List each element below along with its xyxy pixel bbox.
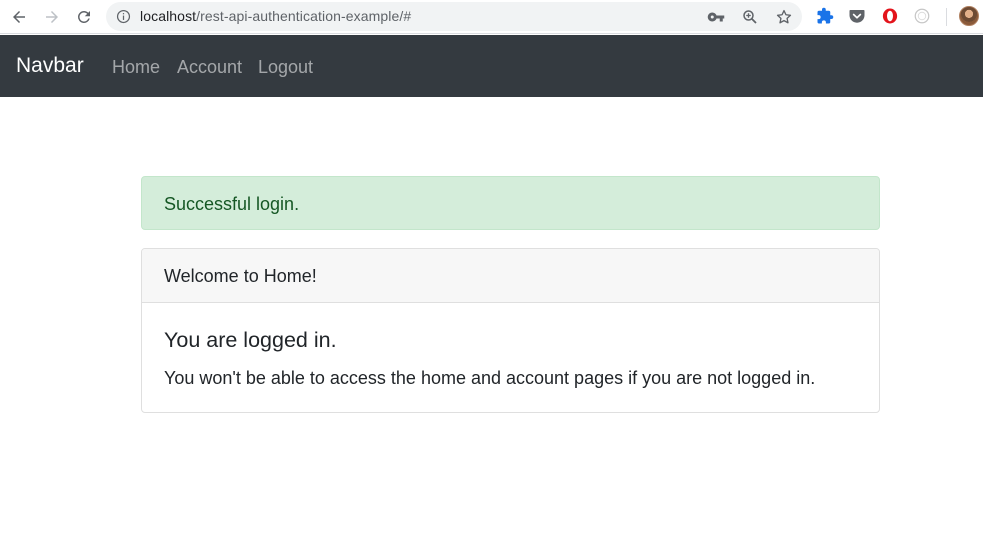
card-text: You won't be able to access the home and… bbox=[164, 368, 816, 388]
toolbar-separator bbox=[946, 8, 947, 26]
info-icon[interactable] bbox=[116, 9, 131, 24]
nav-link-home[interactable]: Home bbox=[112, 55, 160, 79]
url-path: /rest-api-authentication-example/# bbox=[196, 8, 412, 24]
zoom-icon[interactable] bbox=[741, 8, 759, 26]
card-header-text: Welcome to Home! bbox=[164, 266, 317, 286]
profile-avatar[interactable] bbox=[959, 6, 979, 26]
address-bar[interactable]: localhost/rest-api-authentication-exampl… bbox=[106, 2, 802, 31]
opera-icon[interactable] bbox=[881, 7, 899, 25]
navbar: Navbar Home Account Logout bbox=[0, 35, 983, 97]
success-alert: Successful login. bbox=[141, 176, 880, 230]
navbar-brand[interactable]: Navbar bbox=[16, 53, 84, 79]
url-text[interactable]: localhost/rest-api-authentication-exampl… bbox=[140, 8, 411, 25]
puzzle-extension-icon[interactable] bbox=[816, 7, 834, 25]
browser-toolbar: localhost/rest-api-authentication-exampl… bbox=[0, 0, 983, 34]
pocket-icon[interactable] bbox=[848, 7, 866, 25]
forward-arrow-icon[interactable] bbox=[40, 5, 64, 29]
key-icon[interactable] bbox=[707, 8, 725, 26]
star-icon[interactable] bbox=[775, 8, 793, 26]
alert-text: Successful login. bbox=[164, 194, 300, 214]
nav-link-account[interactable]: Account bbox=[177, 55, 242, 79]
card-header: Welcome to Home! bbox=[142, 249, 879, 303]
url-host: localhost bbox=[140, 8, 197, 24]
home-card: Welcome to Home! You are logged in. You … bbox=[141, 248, 880, 413]
card-title: You are logged in. bbox=[164, 328, 337, 352]
reload-icon[interactable] bbox=[72, 5, 96, 29]
back-arrow-icon[interactable] bbox=[7, 5, 31, 29]
extension-circle-icon[interactable] bbox=[913, 7, 931, 25]
nav-link-logout[interactable]: Logout bbox=[258, 55, 313, 79]
